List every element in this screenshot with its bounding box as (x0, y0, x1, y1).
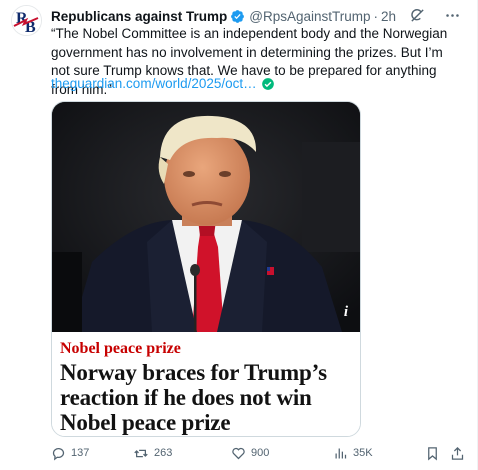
reply-button[interactable]: 137 (51, 446, 89, 461)
grok-icon[interactable] (409, 7, 426, 24)
share-button[interactable] (450, 446, 465, 461)
like-count: 900 (251, 447, 270, 459)
heart-icon (232, 447, 245, 459)
bookmark-icon (428, 446, 437, 460)
rb-monogram-icon: R B (12, 6, 41, 35)
tweet-top-actions (409, 7, 461, 24)
card-text: Nobel peace prize Norway braces for Trum… (52, 332, 360, 436)
handle[interactable]: @RpsAgainstTrump (249, 9, 370, 24)
views-count: 35K (353, 447, 373, 459)
share-icon (451, 446, 464, 460)
verified-badge-icon (231, 9, 245, 23)
card-image[interactable]: i (52, 102, 360, 332)
card-kicker: Nobel peace prize (60, 340, 181, 357)
repost-icon (134, 449, 148, 457)
tweet-actions: 137 263 900 35K (51, 443, 468, 463)
tweet-header: Republicans against Trump @RpsAgainstTru… (51, 7, 396, 25)
avatar[interactable]: R B (11, 5, 42, 36)
repost-button[interactable]: 263 (133, 446, 172, 461)
repost-count: 263 (154, 447, 173, 459)
display-name[interactable]: Republicans against Trump (51, 9, 227, 24)
separator-dot: · (373, 8, 379, 24)
check-circle-icon (261, 78, 274, 90)
analytics-icon (335, 448, 347, 458)
bookmark-button[interactable] (425, 446, 440, 461)
tweet-link-row: theguardian.com/world/2025/oct… (51, 75, 275, 93)
image-info-badge[interactable]: i (344, 304, 348, 321)
more-options-icon[interactable] (444, 7, 461, 24)
reply-icon (52, 447, 65, 460)
tweet-container[interactable]: R B Republicans against Trump @RpsAgains… (0, 0, 478, 470)
person-photo-icon (52, 102, 360, 332)
views-button[interactable]: 35K (333, 446, 373, 461)
reply-count: 137 (71, 447, 90, 459)
article-link[interactable]: theguardian.com/world/2025/oct… (51, 75, 257, 93)
card-headline: Norway braces for Trump’s reaction if he… (60, 360, 327, 435)
like-button[interactable]: 900 (231, 446, 269, 461)
timestamp[interactable]: 2h (381, 9, 396, 24)
link-preview-card[interactable]: i Nobel peace prize Norway braces for Tr… (51, 101, 361, 437)
